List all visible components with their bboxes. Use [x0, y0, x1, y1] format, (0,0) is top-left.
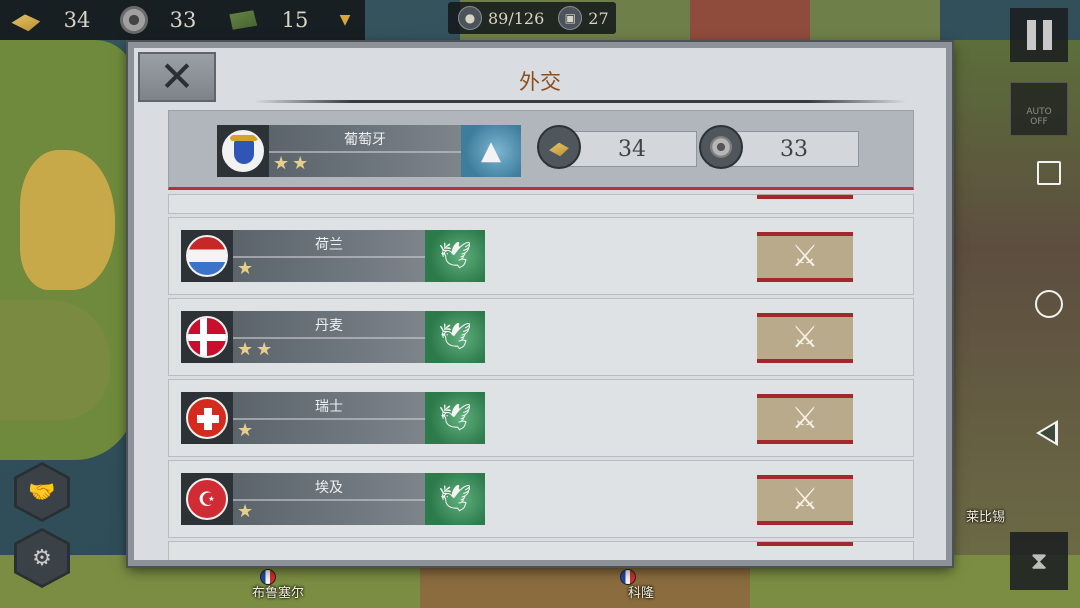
nation-row-egypt: ☪ 埃及 ★ 🕊 ⚔: [168, 460, 914, 538]
list-item: [168, 194, 914, 214]
nation-row-netherlands: 荷兰 ★ 🕊 ⚔: [168, 217, 914, 295]
list-item: [168, 541, 914, 560]
command-value: 15: [281, 8, 309, 32]
recent-apps-button[interactable]: [1037, 161, 1061, 185]
population-value: 89/126: [488, 8, 545, 28]
supply-crate-icon: [229, 10, 258, 30]
medal-value: 27: [588, 8, 609, 28]
declare-war-button[interactable]: ⚔: [757, 313, 853, 363]
player-industry-value: 33: [780, 136, 808, 162]
back-button[interactable]: [1036, 420, 1058, 446]
player-gold-value: 34: [618, 136, 646, 162]
pause-button[interactable]: [1010, 8, 1068, 62]
declare-war-button[interactable]: ⚔: [757, 475, 853, 525]
nation-card[interactable]: ☪ 埃及 ★ 🕊: [181, 473, 485, 525]
gold-icon: [537, 125, 581, 169]
chevron-down-icon: ▼: [339, 12, 351, 28]
dove-icon: 🕊: [425, 311, 485, 363]
crossed-swords-icon: ⚔: [791, 320, 819, 355]
map-land-west: [0, 40, 135, 460]
player-rank-stars: ★★: [273, 153, 312, 174]
city-label-leipzig[interactable]: 莱比锡: [966, 506, 1005, 525]
dove-icon: 🕊: [425, 392, 485, 444]
crossed-swords-icon: ⚔: [791, 401, 819, 436]
city-label-brussels[interactable]: 布鲁塞尔: [252, 582, 304, 601]
handshake-icon: 🤝: [28, 479, 56, 505]
dove-icon: 🕊: [425, 473, 485, 525]
dove-icon: 🕊: [425, 230, 485, 282]
pause-icon: [1026, 20, 1036, 50]
nation-rank-stars: ★: [237, 258, 257, 279]
medal-icon: ▣: [558, 6, 583, 30]
resource-dropdown-button[interactable]: ▼: [330, 0, 360, 40]
hourglass-icon: ⧗: [1030, 547, 1048, 575]
city-label-cologne[interactable]: 科隆: [628, 582, 654, 601]
player-nation-row: 葡萄牙 ★★ ▲ 34 33: [168, 110, 914, 190]
nation-row-denmark: 丹麦 ★★ 🕊 ⚔: [168, 298, 914, 376]
command-resource: 15: [218, 0, 330, 40]
netherlands-flag-icon: [186, 235, 228, 277]
declare-war-button[interactable]: ⚔: [757, 394, 853, 444]
end-turn-button[interactable]: ⧗: [1010, 532, 1068, 590]
switzerland-flag-icon: [186, 397, 228, 439]
auto-label: AUTO: [1026, 107, 1052, 117]
eagle-icon: ▲: [461, 125, 521, 177]
nation-row-switzerland: 瑞士 ★ 🕊 ⚔: [168, 379, 914, 457]
egypt-flag-icon: ☪: [186, 478, 228, 520]
nation-rank-stars: ★: [237, 420, 257, 441]
nation-list[interactable]: 荷兰 ★ 🕊 ⚔ 丹麦 ★★ 🕊 ⚔ 瑞士 ★ 🕊 ⚔ ☪ 埃及 ★ 🕊 ⚔: [168, 194, 914, 560]
title-divider: [254, 100, 906, 103]
player-nation-name: 葡萄牙: [344, 132, 386, 148]
auto-battle-button[interactable]: AUTO OFF: [1010, 82, 1068, 136]
crossed-swords-icon: ⚔: [791, 239, 819, 274]
resource-bar: 34 33 15 ▼: [0, 0, 365, 40]
nation-card[interactable]: 瑞士 ★ 🕊: [181, 392, 485, 444]
auto-state: OFF: [1030, 117, 1048, 127]
population-icon: ●: [458, 6, 482, 30]
nation-rank-stars: ★★: [237, 339, 276, 360]
wrench-gear-icon: ⚙: [32, 545, 52, 571]
gear-icon: [120, 6, 148, 34]
home-button[interactable]: [1035, 290, 1063, 318]
gold-resource: 34: [0, 0, 112, 40]
dialog-title: 外交: [519, 70, 561, 94]
declare-war-button[interactable]: ⚔: [757, 232, 853, 282]
denmark-flag-icon: [186, 316, 228, 358]
diplomacy-dialog: ✕ 外交 葡萄牙 ★★ ▲ 34 33 荷兰 ★ 🕊 ⚔ 丹麦 ★★ 🕊 ⚔ 瑞…: [128, 42, 952, 566]
gold-bars-icon: [11, 14, 41, 32]
industry-value: 33: [169, 8, 197, 32]
gold-value: 34: [63, 8, 91, 32]
nation-name: 瑞士: [315, 399, 343, 415]
crossed-swords-icon: ⚔: [791, 482, 819, 517]
population-bar: ● 89/126 ▣ 27: [448, 2, 616, 34]
industry-resource: 33: [112, 0, 218, 40]
nation-card[interactable]: 荷兰 ★ 🕊: [181, 230, 485, 282]
nation-name: 丹麦: [315, 318, 343, 334]
gear-icon: [699, 125, 743, 169]
portugal-flag-icon: [222, 130, 264, 172]
nation-card[interactable]: 丹麦 ★★ 🕊: [181, 311, 485, 363]
nation-name: 荷兰: [315, 237, 343, 253]
player-nation-card[interactable]: 葡萄牙 ★★ ▲: [217, 125, 521, 177]
player-flag: [217, 125, 269, 177]
nation-rank-stars: ★: [237, 501, 257, 522]
nation-name: 埃及: [315, 480, 343, 496]
